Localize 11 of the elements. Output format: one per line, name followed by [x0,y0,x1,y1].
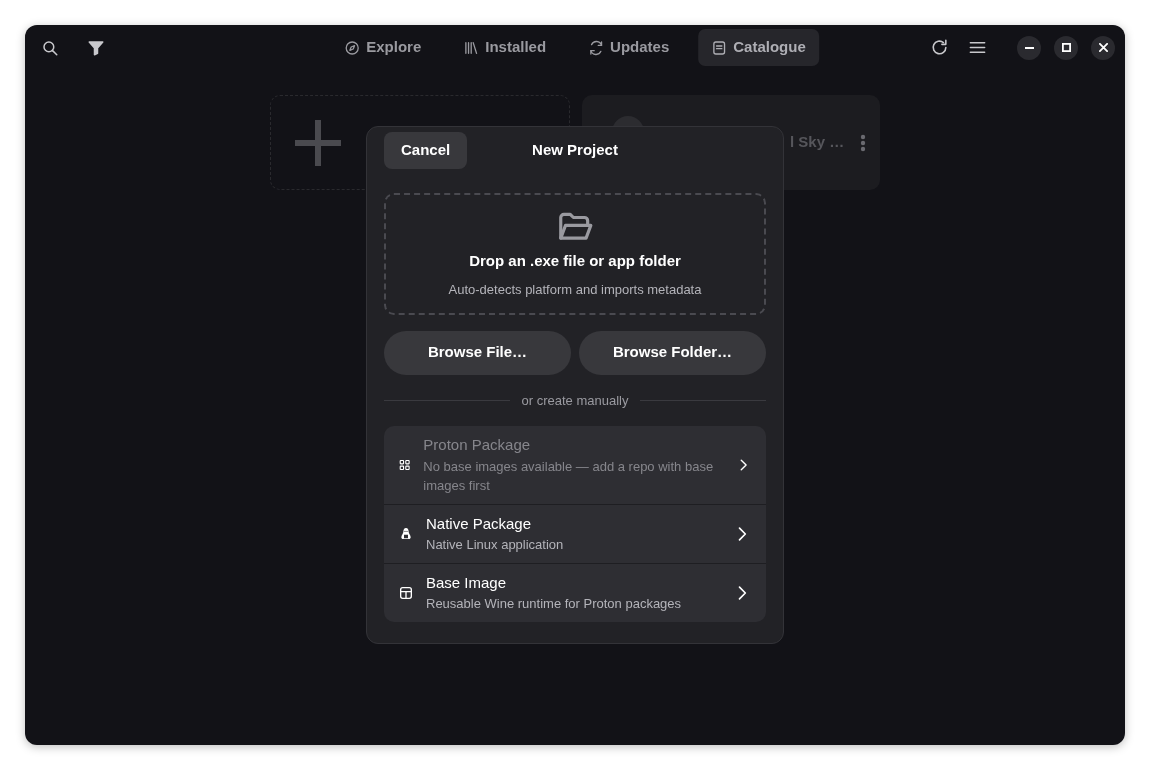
option-subtitle: Reusable Wine runtime for Proton packages [426,595,683,613]
drop-subtitle: Auto-detects platform and imports metadata [448,281,702,299]
project-title: l Sky … [790,132,845,153]
drop-title: Drop an .exe file or app folder [469,250,681,271]
option-subtitle: Native Linux application [426,536,565,554]
option-title: Proton Package [423,435,532,455]
divider-label: or create manually [520,391,630,410]
option-title: Base Image [426,572,508,593]
option-title: Native Package [426,513,533,534]
option-subtitle: No base images available — add a repo with base images first [423,457,715,495]
dialog-title: New Project [532,140,618,160]
